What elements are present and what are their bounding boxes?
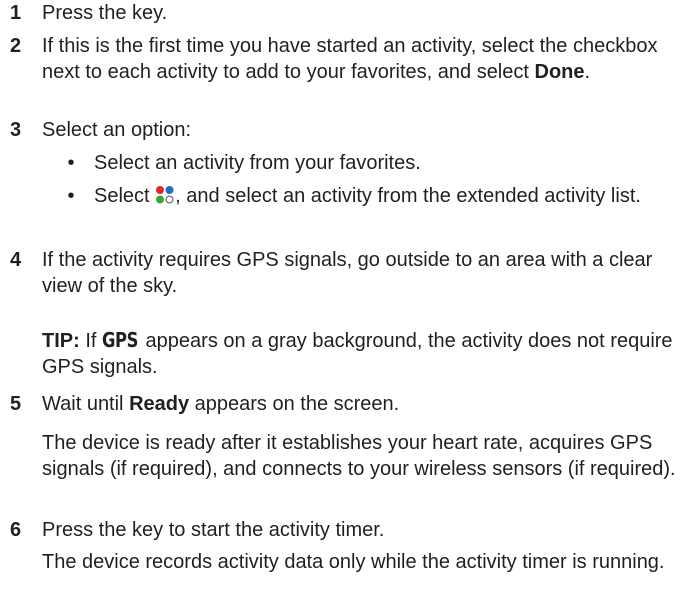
step-text-part: appears on the screen. [189,393,400,415]
list-item: • Select , and select an activity from t… [0,183,691,209]
step-number: 6 [10,519,22,541]
step-4: 4 If the activity requires GPS signals, … [0,247,691,299]
bullet-icon: • [67,152,75,174]
step-5-note: The device is ready after it establishes… [0,430,691,482]
bullet-text-part: Select [94,185,156,207]
bullet-icon: • [67,185,75,207]
step-number: 2 [10,35,22,57]
step-6-note: The device records activity data only wh… [0,551,691,573]
list-item: • Select an activity from your favorites… [0,150,691,176]
tip-text: TIP: If GPS appears on a gray background… [42,327,691,380]
note-text: The device is ready after it establishes… [42,432,676,480]
step-text: Press the key to start the activity time… [42,519,385,541]
step-number: 1 [10,2,22,24]
apps-icon [155,185,175,205]
step-text: Select an option: [42,119,191,141]
step-number: 3 [10,119,22,141]
step-text: Press the key. [42,2,168,24]
bullet-text: Select , and select an activity from the… [94,183,691,209]
note-text: The device records activity data only wh… [42,551,665,573]
tip-note: TIP: If GPS appears on a gray background… [0,327,691,380]
tip-text-part: If [79,330,103,352]
ready-label: Ready [129,393,190,415]
step-text: If this is the first time you have start… [42,33,691,85]
step-number: 5 [10,393,22,415]
step-text: Wait until Ready appears on the screen. [42,391,691,417]
tip-label: TIP: [42,330,80,352]
step-number: 4 [10,249,22,271]
gps-icon: GPS [102,328,139,352]
step-text: If the activity requires GPS signals, go… [42,249,653,297]
bullet-text-part: , and select an activity from the extend… [175,185,641,207]
step-text-part: . [584,61,591,83]
step-1: 1 Press the key. [0,0,691,26]
done-label: Done [534,61,585,83]
step-5: 5 Wait until Ready appears on the screen… [0,391,691,417]
step-3: 3 Select an option: [0,117,691,143]
step-text-part: Wait until [42,393,130,415]
step-2: 2 If this is the first time you have sta… [0,33,691,85]
step-6: 6 Press the key to start the activity ti… [0,517,691,543]
bullet-text: Select an activity from your favorites. [94,152,421,174]
